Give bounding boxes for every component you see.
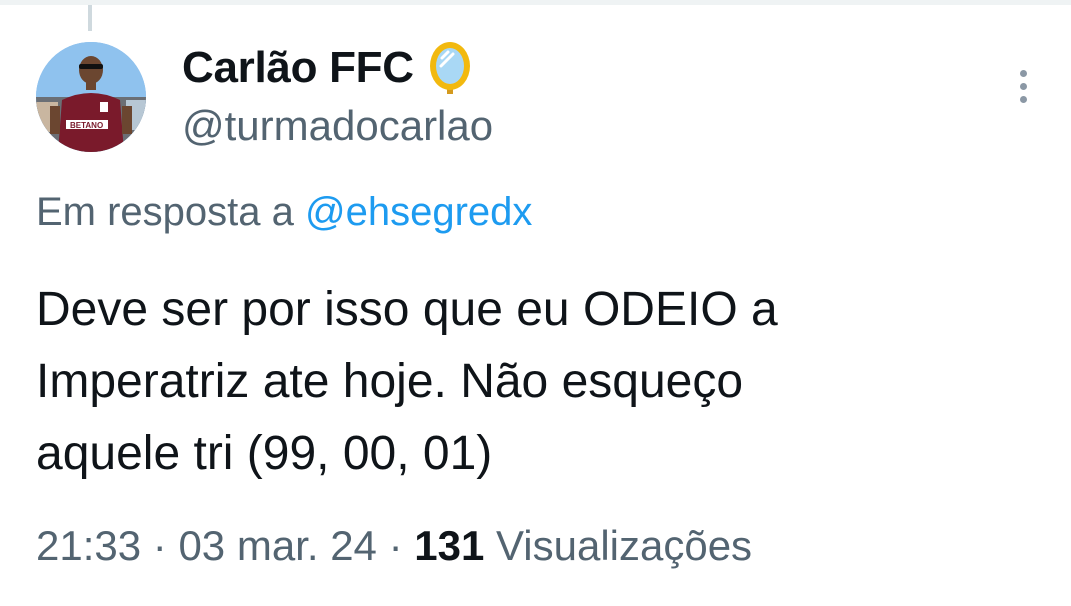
meta-separator: ·	[388, 522, 403, 569]
more-vertical-icon-dot	[1019, 82, 1027, 90]
tweet-text-line: Deve ser por isso que eu ODEIO a	[36, 283, 778, 336]
mirror-emoji-icon	[428, 40, 472, 96]
meta-separator: ·	[152, 522, 167, 569]
tweet-text-line: aquele tri (99, 00, 01)	[36, 427, 493, 480]
tweet-text-line: Imperatriz ate hoje. Não esqueço	[36, 355, 744, 408]
more-vertical-icon-dot	[1019, 95, 1027, 103]
more-options-button[interactable]	[1006, 64, 1040, 108]
author-name-row: Carlão FFC	[182, 40, 472, 96]
reply-mention-link[interactable]: @ehsegredx	[305, 190, 532, 234]
views-label[interactable]: Visualizações	[496, 522, 752, 569]
top-divider	[0, 0, 1071, 5]
thread-connector-line	[88, 5, 92, 31]
tweet-text: Deve ser por isso que eu ODEIO a Imperat…	[36, 274, 1036, 490]
tweet-time[interactable]: 21:33	[36, 522, 141, 569]
avatar-shirt-text: BETANO	[70, 121, 103, 130]
avatar[interactable]: BETANO	[36, 42, 146, 152]
tweet-meta: 21:33 · 03 mar. 24 · 131 Visualizações	[36, 522, 752, 570]
tweet-date[interactable]: 03 mar. 24	[178, 522, 376, 569]
more-vertical-icon	[1019, 69, 1027, 77]
author-handle[interactable]: @turmadocarlao	[182, 102, 493, 150]
reply-prefix: Em resposta a	[36, 190, 294, 234]
reply-context: Em resposta a @ehsegredx	[36, 190, 532, 235]
author-display-name[interactable]: Carlão FFC	[182, 43, 414, 93]
views-count[interactable]: 131	[414, 522, 484, 569]
